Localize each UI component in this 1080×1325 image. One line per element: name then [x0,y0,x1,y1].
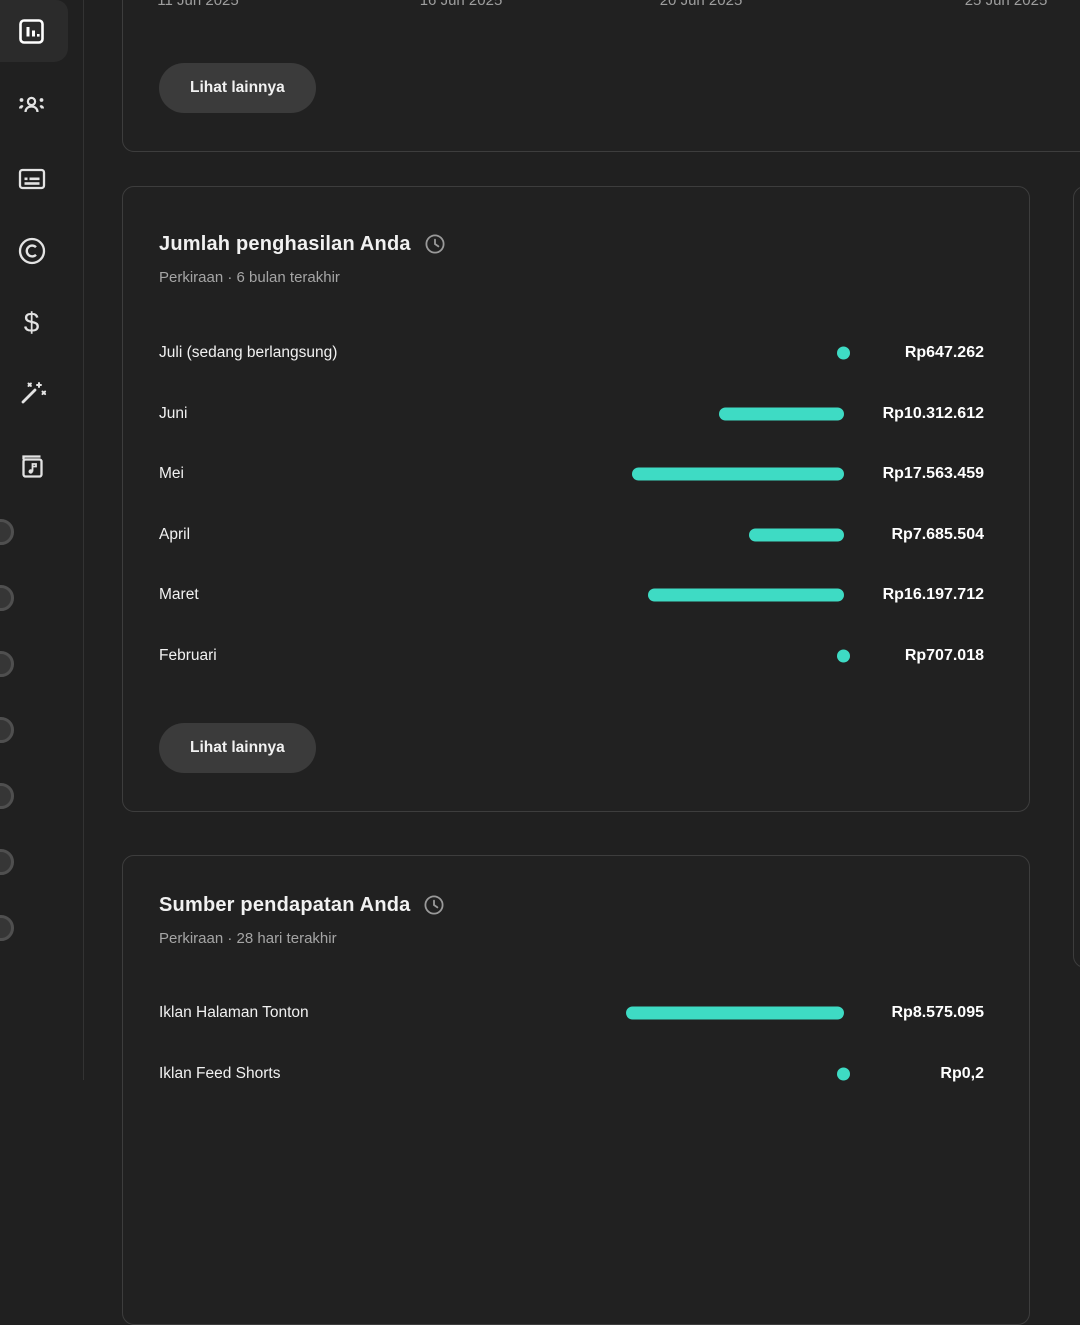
value-bar [719,407,844,420]
channel-avatar[interactable] [0,849,14,875]
sidebar-item-audio-library[interactable] [15,449,48,482]
metric-label: Maret [159,586,614,604]
top-chart-card: 11 Jun 2025 16 Jun 2025 20 Jun 2025 25 J… [122,0,1080,152]
see-more-button[interactable]: Lihat lainnya [159,723,316,773]
sidebar-divider [83,0,84,1080]
bar-zone [614,1062,844,1086]
metric-row: Maret Rp16.197.712 [159,583,984,607]
metric-value: Rp16.197.712 [844,586,984,604]
bar-zone [614,523,844,547]
channel-avatar[interactable] [0,915,14,941]
metric-value: Rp707.018 [844,647,984,665]
card-subtitle: Perkiraan · 6 bulan terakhir [159,269,340,287]
revenue-sources-card: Sumber pendapatan Anda Perkiraan · 28 ha… [122,855,1030,1325]
channel-avatar[interactable] [0,585,14,611]
metric-row: Juli (sedang berlangsung) Rp647.262 [159,341,984,365]
music-library-icon [16,450,48,482]
sidebar-item-earn[interactable]: $ [15,306,48,339]
value-bar [626,1007,844,1020]
bar-zone [614,644,844,668]
sources-rows: Iklan Halaman Tonton Rp8.575.095 Iklan F… [159,1001,984,1122]
metric-row: Iklan Feed Shorts Rp0,2 [159,1062,984,1086]
value-bar [632,468,844,481]
metric-label: Februari [159,647,614,665]
bar-chart-icon [16,16,47,47]
card-title: Jumlah penghasilan Anda [159,231,411,257]
x-axis-tick: 11 Jun 2025 [157,0,238,9]
metric-value: Rp17.563.459 [844,465,984,483]
value-bar [749,528,844,541]
dollar-icon: $ [24,309,40,337]
metric-row: Iklan Halaman Tonton Rp8.575.095 [159,1001,984,1025]
value-dot [837,347,850,360]
metric-row: Mei Rp17.563.459 [159,462,984,486]
magic-wand-icon [15,377,48,410]
bar-zone [614,462,844,486]
card-subtitle: Perkiraan · 28 hari terakhir [159,930,337,948]
sidebar-item-copyright[interactable] [15,234,48,267]
see-more-button[interactable]: Lihat lainnya [159,63,316,113]
metric-row: Februari Rp707.018 [159,644,984,668]
sidebar: $ [0,0,83,1080]
channel-avatar[interactable] [0,717,14,743]
x-axis-tick: 25 Jun 2025 [965,0,1048,9]
subtitles-icon [16,163,48,195]
clock-icon [423,894,445,916]
channel-avatar[interactable] [0,519,14,545]
card-title: Sumber pendapatan Anda [159,892,410,918]
metric-label: Juli (sedang berlangsung) [159,344,614,362]
clock-icon [424,233,446,255]
x-axis-tick: 16 Jun 2025 [420,0,503,9]
earnings-card: Jumlah penghasilan Anda Perkiraan · 6 bu… [122,186,1030,812]
copyright-icon [16,235,48,267]
metric-value: Rp10.312.612 [844,405,984,423]
sidebar-item-subtitles[interactable] [15,162,48,195]
metric-label: Juni [159,405,614,423]
bar-zone [614,1001,844,1025]
metric-row: April Rp7.685.504 [159,523,984,547]
metric-row: Juni Rp10.312.612 [159,402,984,426]
value-dot [837,1067,850,1080]
metric-value: Rp7.685.504 [844,526,984,544]
metric-value: Rp8.575.095 [844,1004,984,1022]
sidebar-item-customization[interactable] [15,377,48,410]
earnings-rows: Juli (sedang berlangsung) Rp647.262 Juni… [159,341,984,704]
bar-zone [614,341,844,365]
channel-avatar[interactable] [0,783,14,809]
metric-label: Mei [159,465,614,483]
metric-label: April [159,526,614,544]
sidebar-item-analytics[interactable] [15,15,48,48]
value-dot [837,649,850,662]
people-icon [15,88,48,121]
metric-label: Iklan Halaman Tonton [159,1004,614,1022]
bar-zone [614,583,844,607]
adjacent-card-fragment [1073,186,1080,968]
channel-avatar[interactable] [0,651,14,677]
x-axis-tick: 20 Jun 2025 [660,0,743,9]
bar-zone [614,402,844,426]
sidebar-item-audience[interactable] [15,88,48,121]
metric-value: Rp647.262 [844,344,984,362]
value-bar [648,589,844,602]
